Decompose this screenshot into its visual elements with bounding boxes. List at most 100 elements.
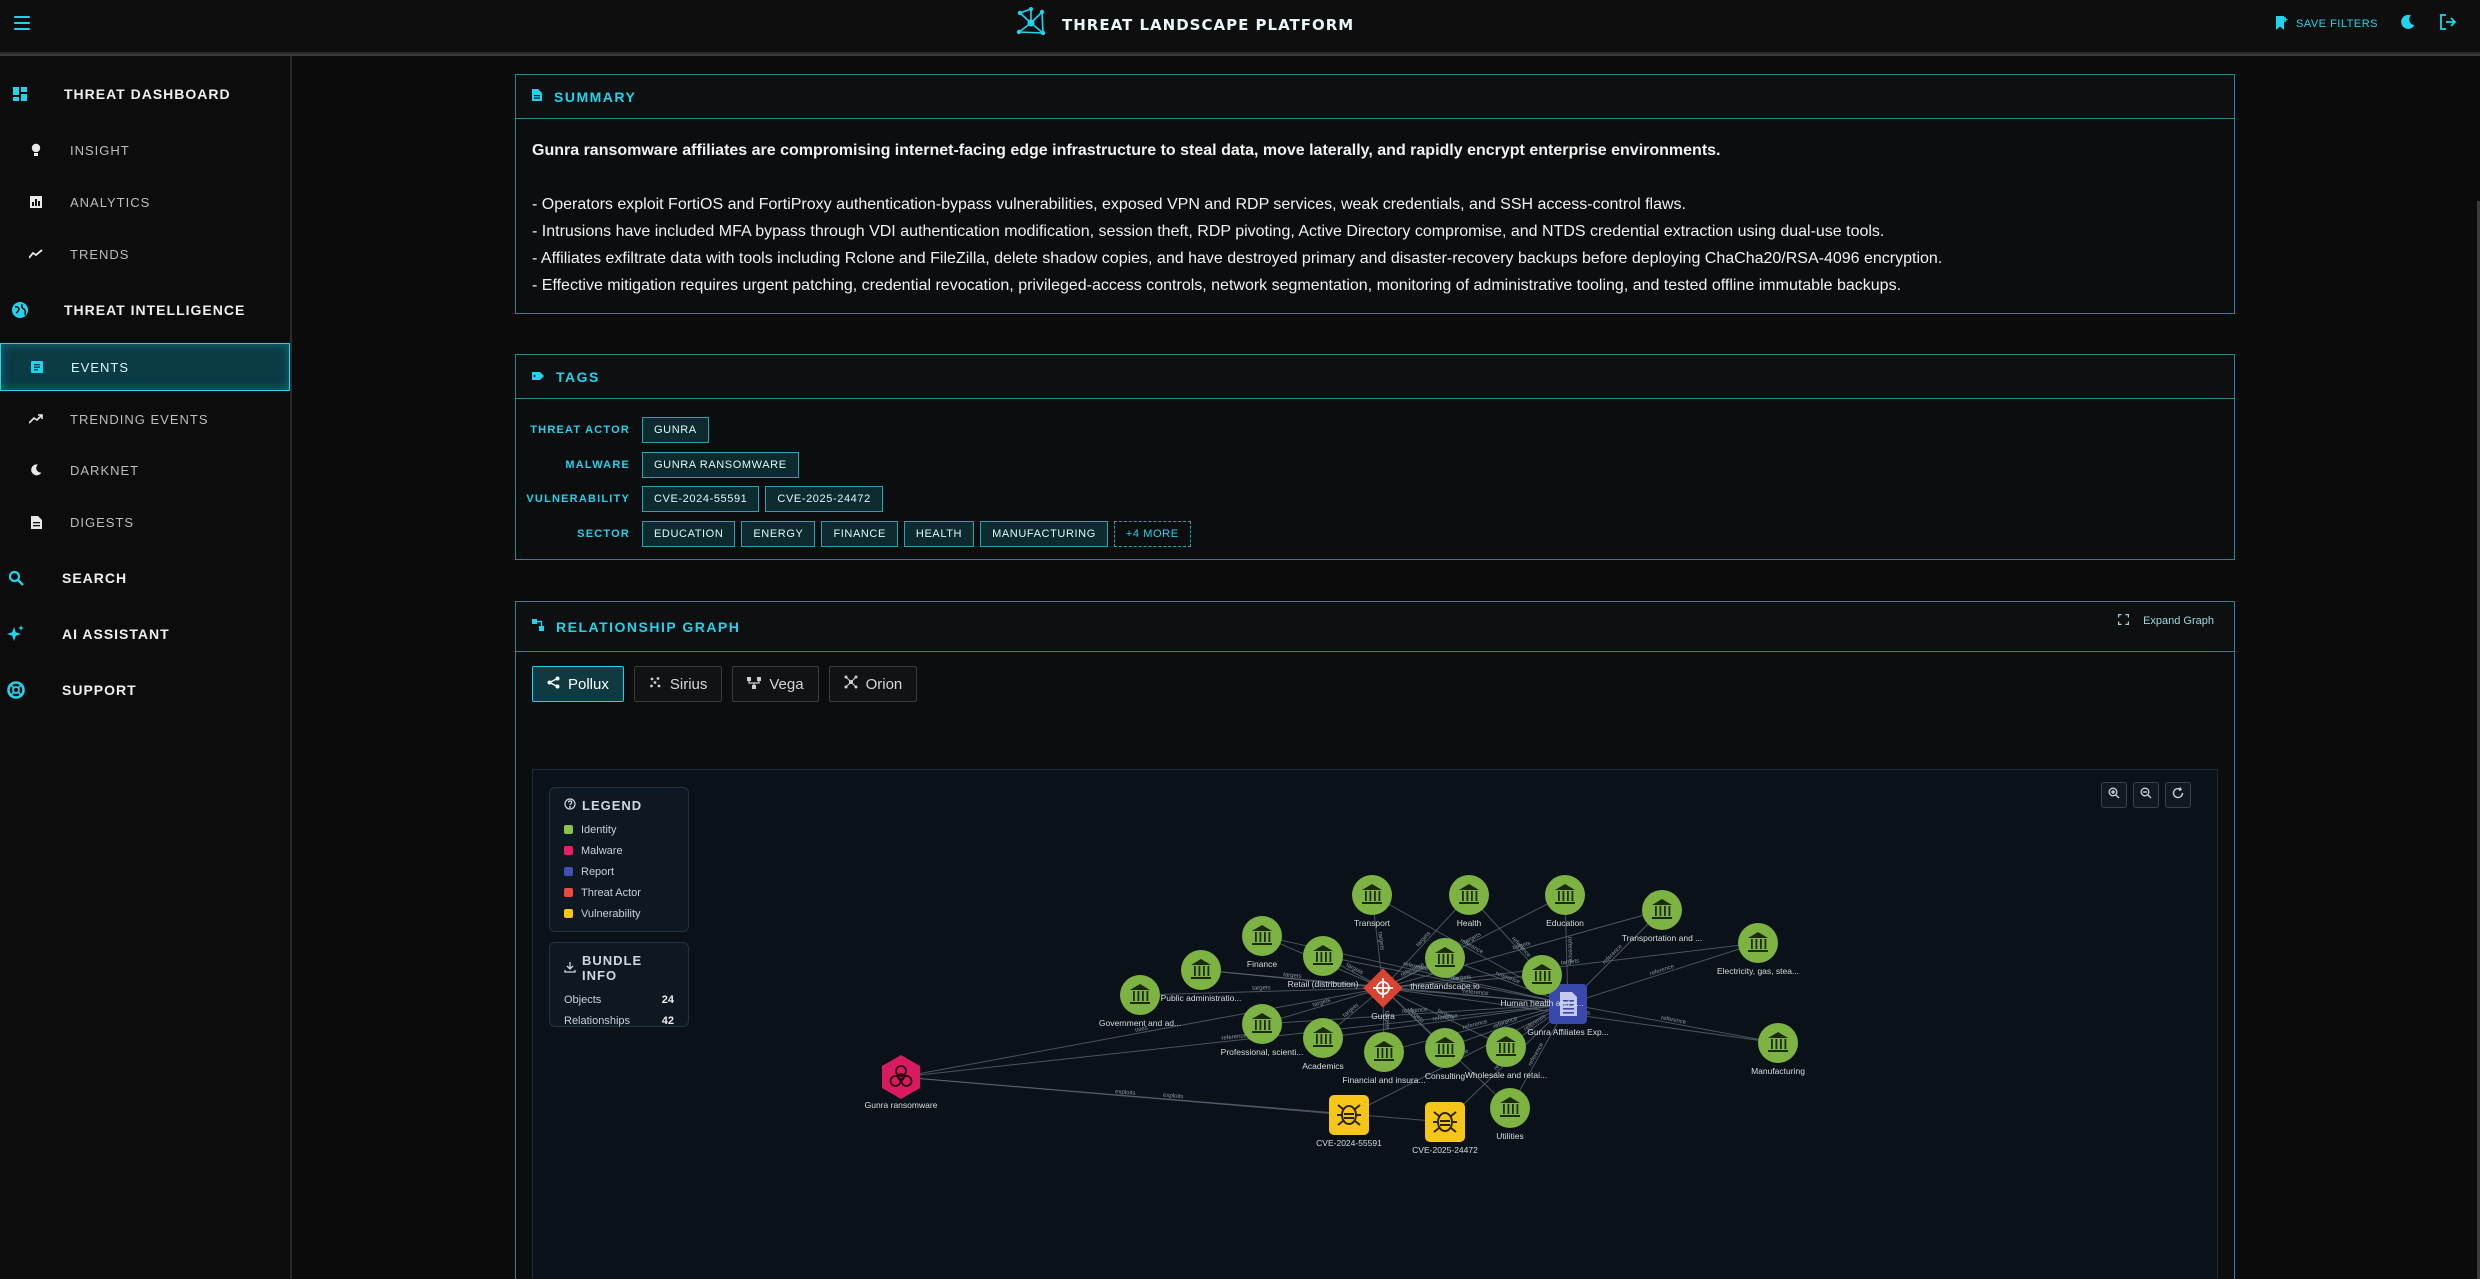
- tag-row-threat-actor: THREAT ACTOR GUNRA: [516, 413, 2234, 448]
- save-filters-button[interactable]: SAVE FILTERS: [2274, 15, 2378, 34]
- more-tags-button[interactable]: +4 MORE: [1113, 520, 1191, 547]
- legend-label: Threat Actor: [581, 886, 641, 899]
- expand-graph-button[interactable]: Expand Graph: [2117, 613, 2214, 628]
- sidebar-item-digests[interactable]: DIGESTS: [0, 502, 290, 542]
- tag-row-sector: SECTOR EDUCATION ENERGY FINANCE HEALTH M…: [516, 517, 2234, 552]
- graph-node-consulting[interactable]: Consulting: [1425, 1028, 1465, 1081]
- graph-node-transport[interactable]: Transport: [1352, 875, 1392, 928]
- graph-header: RELATIONSHIP GRAPH Expand Graph: [516, 602, 2234, 652]
- graph-node-label: Government and ad...: [1099, 1018, 1181, 1028]
- globe-icon: [10, 300, 30, 320]
- sidebar: THREAT DASHBOARD INSIGHT ANALYTICS TREND…: [0, 56, 292, 1279]
- expand-icon: [2117, 613, 2130, 628]
- graph-node-label: Education: [1546, 918, 1584, 928]
- sidebar-item-label: DARKNET: [70, 462, 140, 478]
- sidebar-item-trends[interactable]: TRENDS: [0, 234, 290, 274]
- sidebar-section-threat-dashboard[interactable]: THREAT DASHBOARD: [0, 74, 292, 114]
- dark-mode-toggle[interactable]: [2398, 14, 2418, 34]
- tag-chip[interactable]: MANUFACTURING: [980, 520, 1108, 547]
- sidebar-section-support[interactable]: SUPPORT: [0, 670, 292, 710]
- tag-chip[interactable]: HEALTH: [903, 520, 975, 547]
- identity-node-shape: [1490, 1088, 1530, 1128]
- moon-icon: [2400, 14, 2416, 35]
- app-title: THREAT LANDSCAPE PLATFORM: [1062, 16, 1355, 34]
- menu-icon[interactable]: [14, 16, 30, 30]
- summary-bullet: - Effective mitigation requires urgent p…: [532, 277, 1902, 294]
- lifebuoy-icon: [6, 680, 26, 700]
- graph-node-transportation[interactable]: Transportation and ...: [1622, 890, 1702, 943]
- identity-node-shape: [1758, 1023, 1798, 1063]
- identity-node-shape: [1425, 938, 1465, 978]
- graph-node-cve2[interactable]: CVE-2025-24472: [1412, 1102, 1478, 1155]
- sidebar-item-events[interactable]: EVENTS: [0, 343, 290, 391]
- identity-node-shape: [1425, 1028, 1465, 1068]
- sidebar-section-threat-intelligence[interactable]: THREAT INTELLIGENCE: [0, 290, 292, 330]
- graph-node-label: Wholesale and retai...: [1465, 1070, 1547, 1080]
- trending-up-icon: [28, 411, 44, 427]
- graph-node-label: CVE-2024-55591: [1316, 1138, 1382, 1148]
- reset-view-button[interactable]: [2165, 782, 2191, 808]
- sidebar-item-darknet[interactable]: DARKNET: [0, 450, 290, 490]
- sidebar-item-label: EVENTS: [71, 359, 130, 375]
- graph-node-manufacturing[interactable]: Manufacturing: [1751, 1023, 1805, 1076]
- tab-vega[interactable]: Vega: [732, 666, 819, 702]
- tab-pollux[interactable]: Pollux: [532, 666, 624, 702]
- graph-node-health[interactable]: Health: [1449, 875, 1489, 928]
- graph-edge-label: targets: [1376, 932, 1384, 951]
- sidebar-item-analytics[interactable]: ANALYTICS: [0, 182, 290, 222]
- graph-node-publicadmin[interactable]: Public administratio...: [1161, 950, 1242, 1003]
- graph-node-education[interactable]: Education: [1545, 875, 1585, 928]
- tags-header: TAGS: [516, 355, 2234, 399]
- graph-node-malware[interactable]: Gunra ransomware: [865, 1055, 938, 1110]
- brand[interactable]: THREAT LANDSCAPE PLATFORM: [1014, 6, 1355, 42]
- expand-graph-label: Expand Graph: [2143, 615, 2214, 627]
- zoom-in-button[interactable]: [2101, 782, 2127, 808]
- identity-node-shape: [1738, 923, 1778, 963]
- summary-icon: [532, 88, 542, 106]
- graph-node-utilities[interactable]: Utilities: [1490, 1088, 1530, 1141]
- relationship-graph-card: RELATIONSHIP GRAPH Expand Graph Pollux S…: [515, 601, 2235, 1279]
- sidebar-section-label: THREAT DASHBOARD: [64, 86, 231, 102]
- sidebar-item-insight[interactable]: INSIGHT: [0, 130, 290, 170]
- graph-node-label: Public administratio...: [1161, 993, 1242, 1003]
- tag-chip[interactable]: GUNRA: [642, 417, 709, 444]
- tags-title: TAGS: [556, 368, 600, 385]
- graph-node-label: Transportation and ...: [1622, 933, 1702, 943]
- zoom-out-button[interactable]: [2133, 782, 2159, 808]
- bundle-title: BUNDLE INFO: [582, 953, 643, 983]
- tag-row-malware: MALWARE GUNRA RANSOMWARE: [516, 448, 2234, 483]
- sidebar-section-search[interactable]: SEARCH: [0, 558, 292, 598]
- tag-chip[interactable]: CVE-2024-55591: [642, 486, 760, 513]
- tag-chip[interactable]: GUNRA RANSOMWARE: [642, 451, 799, 478]
- bundle-label: Relationships: [564, 1014, 631, 1027]
- graph-canvas[interactable]: targets targets targets targets targets targe…: [532, 769, 2218, 1279]
- sidebar-item-trending-events[interactable]: TRENDING EVENTS: [0, 399, 290, 439]
- graph-edge-label: reference: [1661, 1015, 1688, 1026]
- graph-edge-label: reference: [1528, 1041, 1546, 1067]
- tag-chip[interactable]: EDUCATION: [642, 520, 736, 547]
- graph-node-electricity[interactable]: Electricity, gas, stea...: [1717, 923, 1799, 976]
- tab-orion[interactable]: Orion: [828, 666, 918, 702]
- graph-svg[interactable]: targets targets targetstargetstargetstarge…: [533, 770, 2219, 1279]
- sidebar-section-label: SUPPORT: [62, 682, 137, 698]
- sparkles-icon: [6, 624, 26, 644]
- legend-label: Report: [581, 865, 615, 878]
- main-content[interactable]: SUMMARY Gunra ransomware affiliates are …: [294, 56, 2480, 1279]
- legend-panel: LEGEND Identity Malware Report Threat Ac…: [549, 787, 689, 932]
- layout-tabs: Pollux Sirius Vega Orion: [532, 666, 918, 702]
- tag-chip[interactable]: ENERGY: [741, 520, 816, 547]
- graph-edge-label: reference: [1649, 964, 1676, 978]
- graph-node-financial[interactable]: Financial and insura...: [1342, 1032, 1426, 1085]
- tag-chip[interactable]: CVE-2025-24472: [765, 486, 883, 513]
- graph-edge-label: reference: [1602, 943, 1625, 966]
- identity-node-shape: [1545, 875, 1585, 915]
- sidebar-section-ai-assistant[interactable]: AI ASSISTANT: [0, 614, 292, 654]
- tab-sirius[interactable]: Sirius: [633, 666, 723, 702]
- identity-node-shape: [1642, 890, 1682, 930]
- graph-node-finance[interactable]: Finance: [1242, 916, 1282, 969]
- graph-node-academics[interactable]: Academics: [1302, 1018, 1344, 1071]
- logout-button[interactable]: [2438, 13, 2458, 34]
- sidebar-section-label: AI ASSISTANT: [62, 626, 170, 642]
- tag-chip[interactable]: FINANCE: [821, 520, 898, 547]
- graph-node-professional[interactable]: Professional, scienti...: [1221, 1004, 1304, 1057]
